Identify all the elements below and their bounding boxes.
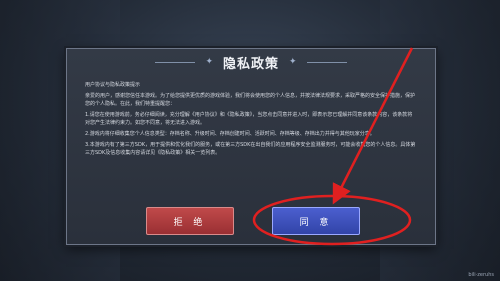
policy-paragraph: 1.请您在使用游戏前，务必仔细阅读，充分理解《用户协议》和《隐私政策》，当您点击… — [85, 112, 413, 126]
agree-button[interactable]: 同 意 — [272, 207, 360, 235]
policy-paragraph: 3.本游戏内有了第三方SDK，用于提供和优化我们的服务，或在第三方SDK在出自我… — [85, 142, 416, 156]
privacy-policy-dialog: ✦ 隐私政策 ✦ 用户协议与隐私政策提示 亲爱的用户，感谢您信任本游戏。为了给您… — [66, 48, 436, 245]
title-decoration-line-right — [306, 61, 347, 63]
dialog-title-bar: ✦ 隐私政策 ✦ — [67, 49, 435, 75]
policy-paragraph: 2.游戏内将仔细收集您个人信息类型：存档名称、升级时间、存档创建时间、活跃时间、… — [85, 131, 375, 137]
diamond-ornament-icon: ✦ — [205, 57, 213, 67]
policy-paragraph: 亲爱的用户，感谢您信任本游戏。为了给您提供更优质的游戏体验，我们将会使用您的个人… — [85, 93, 416, 107]
title-decoration-line-left — [155, 61, 196, 63]
dialog-title: 隐私政策 — [222, 56, 279, 72]
watermark-text: bili·zeruhs — [468, 272, 494, 278]
policy-text-content[interactable]: 用户协议与隐私政策提示 亲爱的用户，感谢您信任本游戏。为了给您提供更优质的游戏体… — [85, 81, 417, 199]
diamond-ornament-icon: ✦ — [289, 57, 297, 67]
policy-subtitle: 用户协议与隐私政策提示 — [85, 82, 141, 88]
reject-button[interactable]: 拒 绝 — [146, 207, 234, 235]
